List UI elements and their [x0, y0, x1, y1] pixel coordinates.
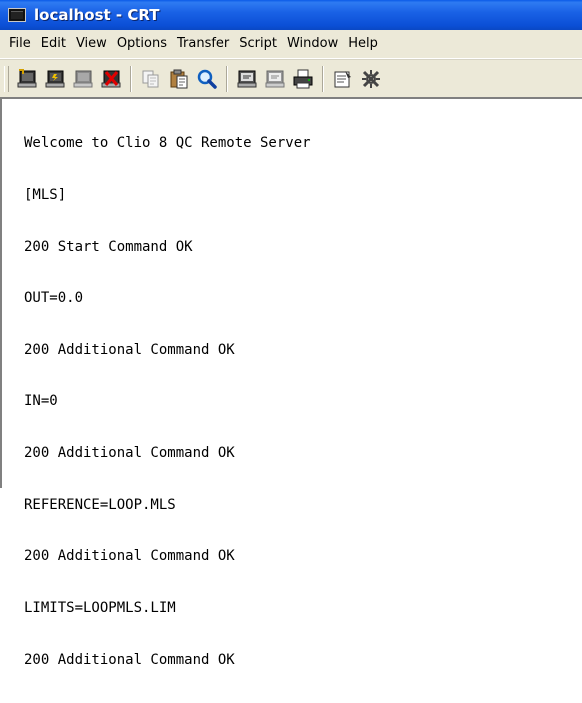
find-button[interactable] [195, 67, 219, 91]
menu-file[interactable]: File [4, 33, 36, 55]
toolbar-separator [226, 66, 228, 92]
session-options-icon [237, 70, 257, 88]
terminal-line: [MLS] [24, 187, 67, 204]
menu-help[interactable]: Help [343, 33, 383, 55]
terminal-line: REFERENCE=LOOP.MLS [24, 496, 176, 513]
terminal-line: 200 Additional Command OK [24, 445, 235, 462]
menu-window[interactable]: Window [282, 33, 343, 55]
connect-tab-button[interactable] [71, 67, 95, 91]
window-title: localhost - CRT [34, 6, 160, 24]
copy-button[interactable] [139, 67, 163, 91]
toolbar [0, 59, 582, 98]
terminal-line: 200 Additional Command OK [24, 548, 235, 565]
find-icon [197, 69, 217, 89]
menu-script[interactable]: Script [234, 33, 282, 55]
copy-icon [142, 70, 159, 88]
menu-view[interactable]: View [71, 33, 112, 55]
menu-bar: File Edit View Options Transfer Script W… [0, 30, 582, 59]
terminal-line: 200 Additional Command OK [24, 341, 235, 358]
connect-button[interactable] [15, 67, 39, 91]
disconnect-icon [101, 70, 121, 88]
terminal-output: Welcome to Clio 8 QC Remote Server [MLS]… [24, 101, 311, 703]
session-options-button[interactable] [235, 67, 259, 91]
map-keys-icon [362, 70, 380, 88]
connect-tab-icon [73, 70, 93, 88]
connect-icon [17, 69, 37, 88]
terminal-area[interactable]: Welcome to Clio 8 QC Remote Server [MLS]… [0, 97, 582, 668]
terminal-line: Welcome to Clio 8 QC Remote Server [24, 135, 311, 152]
menu-edit[interactable]: Edit [36, 33, 71, 55]
toolbar-grip[interactable] [4, 66, 9, 92]
print-button[interactable] [291, 67, 315, 91]
global-options-icon [265, 70, 285, 88]
paste-icon [170, 69, 188, 89]
quick-connect-button[interactable] [43, 67, 67, 91]
menu-options[interactable]: Options [112, 33, 172, 55]
map-keys-button[interactable] [359, 67, 383, 91]
title-bar[interactable]: localhost - CRT [0, 0, 582, 30]
properties-icon [334, 71, 351, 88]
disconnect-button[interactable] [99, 67, 123, 91]
terminal-line: LIMITS=LOOPMLS.LIM [24, 599, 176, 616]
terminal-icon [8, 8, 26, 22]
toolbar-separator [130, 66, 132, 92]
paste-button[interactable] [167, 67, 191, 91]
print-icon [293, 69, 313, 89]
terminal-line: OUT=0.0 [24, 290, 84, 307]
properties-button[interactable] [331, 67, 355, 91]
toolbar-separator [322, 66, 324, 92]
terminal-line: 200 Additional Command OK [24, 651, 235, 668]
terminal-line: 200 Start Command OK [24, 238, 193, 255]
menu-transfer[interactable]: Transfer [172, 33, 234, 55]
terminal-line: IN=0 [24, 393, 58, 410]
global-options-button[interactable] [263, 67, 287, 91]
quick-connect-icon [45, 70, 65, 88]
